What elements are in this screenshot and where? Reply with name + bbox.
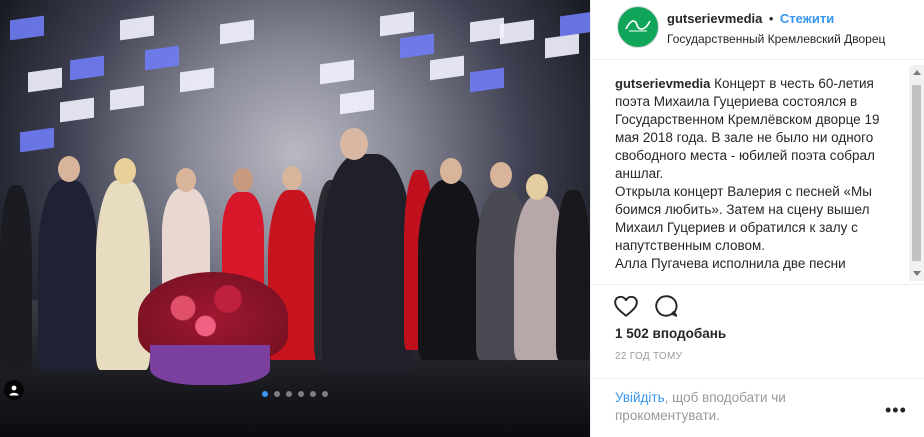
comments-area[interactable]: gutserievmedia Концерт в честь 60-летия … <box>591 61 924 283</box>
carousel-dot <box>274 391 280 397</box>
performer-head <box>282 166 302 190</box>
user-tag-icon[interactable] <box>4 380 24 400</box>
login-link[interactable]: Увійдіть <box>615 390 665 405</box>
caption-paragraph: gutserievmedia Концерт в честь 60-летия … <box>615 75 891 183</box>
performer-head <box>340 128 368 160</box>
caption-text: Концерт в честь 60-летия поэта Михаила Г… <box>615 76 880 181</box>
post-photo[interactable] <box>0 0 590 437</box>
scroll-up-icon[interactable] <box>913 70 921 75</box>
carousel-dot <box>286 391 292 397</box>
gutseriev-logo-icon <box>623 15 653 40</box>
post-timestamp: 22 ГОД ТОМУ <box>615 351 683 362</box>
performer-head <box>176 168 196 192</box>
post-caption: gutserievmedia Концерт в честь 60-летия … <box>615 75 891 273</box>
more-options-button[interactable]: ••• <box>885 401 907 419</box>
carousel-dot <box>298 391 304 397</box>
stage-panel <box>560 11 590 37</box>
scroll-down-icon[interactable] <box>913 271 921 276</box>
post-header: gutserievmedia • Стежити Государственный… <box>591 0 924 60</box>
login-text: Увійдіть, щоб вподобати чи прокоментуват… <box>615 389 865 425</box>
heart-outline-icon[interactable] <box>613 293 639 319</box>
avatar[interactable] <box>617 6 659 48</box>
performer <box>556 190 590 360</box>
follow-button[interactable]: Стежити <box>780 11 834 26</box>
speech-bubble-icon[interactable] <box>653 293 679 319</box>
carousel-dot <box>322 391 328 397</box>
login-prompt: Увійдіть, щоб вподобати чи прокоментуват… <box>591 378 924 437</box>
caption-scrollbar[interactable] <box>909 65 924 281</box>
performer-head <box>114 158 136 184</box>
likes-count[interactable]: 1 502 вподобань <box>615 326 726 341</box>
performer <box>0 185 32 370</box>
performer-head <box>526 174 548 200</box>
bouquet-wrap <box>150 345 270 385</box>
post-actions: 1 502 вподобань 22 ГОД ТОМУ <box>591 284 924 384</box>
performer-head <box>440 158 462 184</box>
performer <box>418 180 482 360</box>
caption-paragraph: Открыла концерт Валерия с песней «Мы бои… <box>615 184 872 253</box>
scrollbar-thumb[interactable] <box>912 85 921 261</box>
separator-dot: • <box>768 11 774 26</box>
caption-author-link[interactable]: gutserievmedia <box>615 76 710 91</box>
post-side-panel: gutserievmedia • Стежити Государственный… <box>590 0 924 437</box>
caption-paragraph: Алла Пугачева исполнила две песни <box>615 256 846 271</box>
performer-head <box>58 156 80 182</box>
performer <box>322 154 412 374</box>
header-names: gutserievmedia • Стежити Государственный… <box>667 10 885 48</box>
carousel-indicator <box>262 391 328 397</box>
performer-head <box>233 168 253 192</box>
location-link[interactable]: Государственный Кремлевский Дворец <box>667 30 885 48</box>
carousel-dot <box>310 391 316 397</box>
carousel-dot <box>262 391 268 397</box>
performer-head <box>490 162 512 188</box>
username-link[interactable]: gutserievmedia <box>667 11 762 26</box>
performer <box>38 180 98 370</box>
